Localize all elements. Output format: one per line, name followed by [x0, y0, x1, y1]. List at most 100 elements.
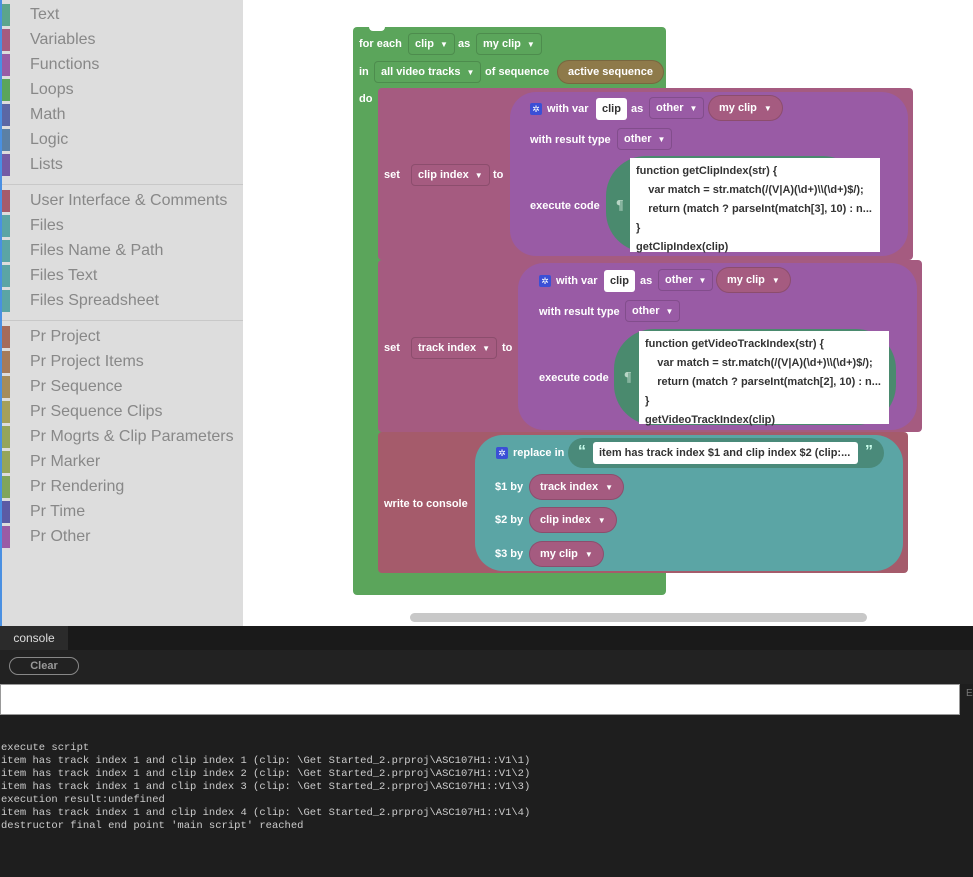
chevron-down-icon: ▼ — [665, 306, 674, 316]
chevron-down-icon: ▼ — [605, 482, 614, 492]
console-output: execute script item has track index 1 an… — [1, 742, 531, 832]
sidebar-item-pr-mogrts-clip-parameters[interactable]: Pr Mogrts & Clip Parameters — [2, 426, 245, 448]
loop-var-value: my clip — [483, 38, 521, 50]
sidebar-item-functions[interactable]: Functions — [2, 54, 245, 76]
my-clip-var-block[interactable]: my clip ▼ — [716, 267, 791, 293]
category-color-strip — [2, 476, 10, 498]
clip-index-var-dropdown[interactable]: clip index ▼ — [411, 164, 490, 186]
close-quote-icon: ” — [865, 443, 873, 460]
sidebar-item-label: Lists — [30, 156, 63, 173]
sidebar-item-label: User Interface & Comments — [30, 192, 228, 209]
item-type-value: clip — [415, 38, 434, 50]
sidebar-item-label: Files — [30, 217, 64, 234]
chevron-down-icon: ▼ — [657, 134, 666, 144]
my-clip-value: my clip — [719, 102, 757, 114]
category-color-strip — [2, 526, 10, 548]
sidebar-item-files[interactable]: Files — [2, 215, 245, 237]
sidebar-item-math[interactable]: Math — [2, 104, 245, 126]
console-toolbar — [0, 650, 973, 684]
sidebar-item-label: Pr Sequence Clips — [30, 403, 163, 420]
toolbox-sidebar: Text Variables Functions Loops Math Logic List… — [0, 0, 245, 626]
clear-button[interactable]: Clear — [9, 657, 79, 675]
console-panel: console Clear E execute script item has … — [0, 626, 973, 877]
var-value: track index — [418, 342, 477, 354]
sidebar-item-lists[interactable]: Lists — [2, 154, 245, 176]
var-value: my clip — [540, 548, 578, 560]
category-color-strip — [2, 265, 10, 287]
tracks-dropdown[interactable]: all video tracks ▼ — [374, 61, 482, 83]
category-color-strip — [2, 376, 10, 398]
horizontal-scrollbar[interactable] — [410, 613, 867, 622]
sidebar-item-label: Variables — [30, 31, 96, 48]
code-textarea[interactable]: function getClipIndex(str) { var match =… — [630, 158, 880, 253]
sidebar-item-pr-project[interactable]: Pr Project — [2, 326, 245, 348]
category-color-strip — [2, 54, 10, 76]
sidebar-item-user-interface-comments[interactable]: User Interface & Comments — [2, 190, 245, 212]
var-value: clip index — [540, 514, 591, 526]
category-color-strip — [2, 240, 10, 262]
loop-var-dropdown[interactable]: my clip ▼ — [476, 33, 542, 55]
clip-index-var-block[interactable]: clip index ▼ — [529, 507, 617, 533]
gear-icon[interactable]: ✲ — [539, 275, 551, 287]
item-type-dropdown[interactable]: clip ▼ — [408, 33, 455, 55]
result-type-value: other — [624, 133, 652, 145]
sidebar-item-label: Files Spreadsheet — [30, 292, 159, 309]
text-field[interactable]: item has track index $1 and clip index $… — [593, 442, 858, 464]
my-clip-var-block[interactable]: my clip ▼ — [529, 541, 604, 567]
in-label: in — [359, 66, 369, 78]
track-index-var-block[interactable]: track index ▼ — [529, 474, 625, 500]
sidebar-item-variables[interactable]: Variables — [2, 29, 245, 51]
as-label: as — [631, 103, 644, 115]
sidebar-item-files-text[interactable]: Files Text — [2, 265, 245, 287]
code-textarea[interactable]: function getVideoTrackIndex(str) { var m… — [639, 331, 889, 426]
sidebar-item-pr-marker[interactable]: Pr Marker — [2, 451, 245, 473]
tab-console[interactable]: console — [0, 626, 68, 650]
sidebar-item-label: Pr Project — [30, 328, 101, 345]
sidebar-item-label: Pr Time — [30, 503, 86, 520]
sidebar-item-pr-sequence[interactable]: Pr Sequence — [2, 376, 245, 398]
execute-code-label: execute code — [539, 372, 609, 384]
sidebar-item-text[interactable]: Text — [2, 4, 245, 26]
sidebar-item-files-name-path[interactable]: Files Name & Path — [2, 240, 245, 262]
sidebar-item-pr-time[interactable]: Pr Time — [2, 501, 245, 523]
chevron-down-icon: ▼ — [439, 39, 448, 49]
sidebar-item-pr-project-items[interactable]: Pr Project Items — [2, 351, 245, 373]
for-each-label: for each — [359, 38, 402, 50]
var-name-field[interactable]: clip — [604, 270, 635, 292]
result-type-label: with result type — [530, 134, 611, 146]
chevron-down-icon: ▼ — [482, 343, 491, 353]
chevron-down-icon: ▼ — [763, 103, 772, 113]
result-type-dropdown[interactable]: other ▼ — [625, 300, 681, 322]
gear-icon[interactable]: ✲ — [496, 447, 508, 459]
sidebar-item-label: Pr Sequence — [30, 378, 123, 395]
var-type-dropdown[interactable]: other ▼ — [649, 97, 705, 119]
my-clip-value: my clip — [727, 274, 765, 286]
console-input[interactable] — [0, 684, 960, 715]
sidebar-item-logic[interactable]: Logic — [2, 129, 245, 151]
result-type-label: with result type — [539, 306, 620, 318]
sidebar-item-label: Pr Rendering — [30, 478, 125, 495]
category-color-strip — [2, 326, 10, 348]
sidebar-item-pr-other[interactable]: Pr Other — [2, 526, 245, 548]
sidebar-item-files-spreadsheet[interactable]: Files Spreadsheet — [2, 290, 245, 312]
category-color-strip — [2, 154, 10, 176]
result-type-dropdown[interactable]: other ▼ — [617, 128, 673, 150]
pilcrow-icon: ¶ — [624, 370, 632, 385]
var-name-field[interactable]: clip — [596, 98, 627, 120]
tracks-value: all video tracks — [381, 66, 461, 78]
console-tab-bar: console — [0, 626, 973, 650]
gear-icon[interactable]: ✲ — [530, 103, 542, 115]
my-clip-var-block[interactable]: my clip ▼ — [708, 95, 783, 121]
active-sequence-block[interactable]: active sequence — [557, 60, 664, 84]
var-value: clip index — [418, 169, 469, 181]
chevron-down-icon: ▼ — [698, 275, 707, 285]
sidebar-item-label: Math — [30, 106, 66, 123]
by1-label: $1 by — [495, 481, 524, 493]
sidebar-item-pr-rendering[interactable]: Pr Rendering — [2, 476, 245, 498]
sidebar-item-loops[interactable]: Loops — [2, 79, 245, 101]
block-notch — [369, 27, 385, 31]
track-index-var-dropdown[interactable]: track index ▼ — [411, 337, 498, 359]
sidebar-item-pr-sequence-clips[interactable]: Pr Sequence Clips — [2, 401, 245, 423]
sidebar-item-label: Loops — [30, 81, 74, 98]
var-type-dropdown[interactable]: other ▼ — [658, 269, 714, 291]
